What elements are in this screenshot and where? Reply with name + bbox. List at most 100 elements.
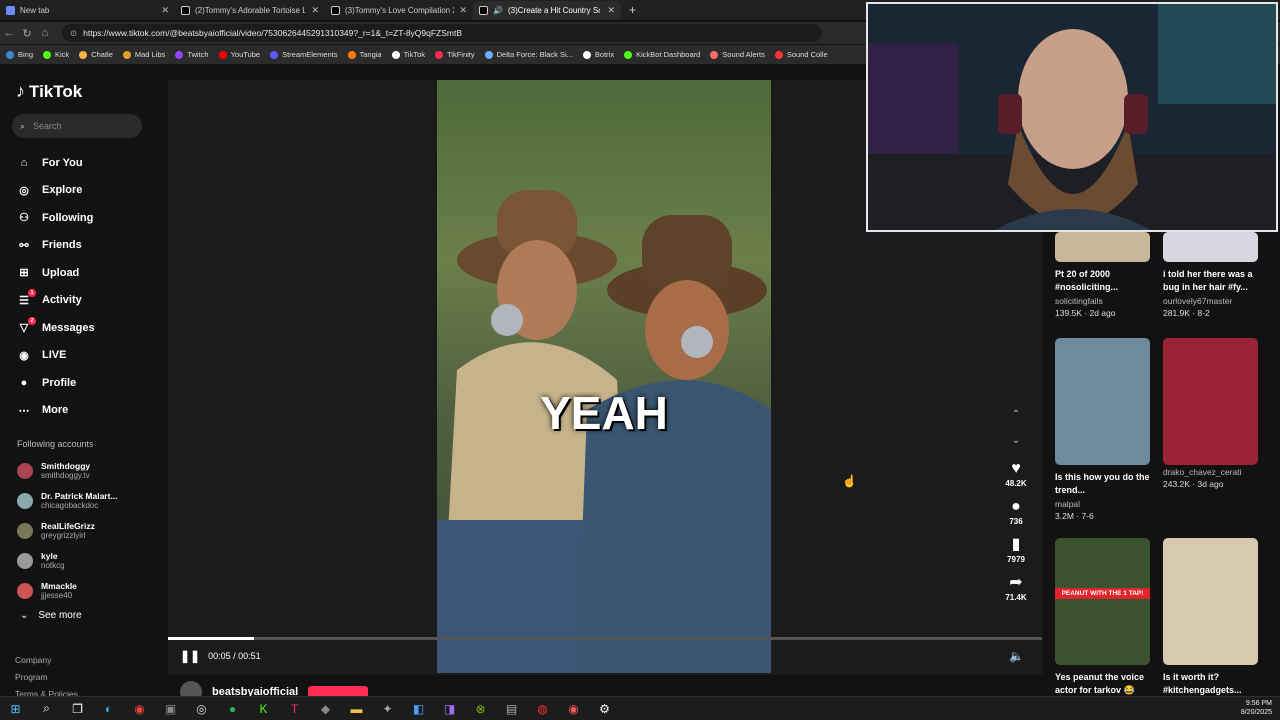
settings-icon[interactable]: ⚙ [589,697,620,720]
nav-item-profile[interactable]: ● Profile [16,369,95,397]
video-thumbnail[interactable]: PEANUT WITH THE 1 TAP! [1055,538,1150,665]
video-username[interactable]: solicitingfails [1055,295,1150,307]
close-tab-icon[interactable]: ✕ [607,5,615,16]
close-tab-icon[interactable]: ✕ [459,5,467,16]
bookmark-item[interactable]: Mad Libs [122,50,165,59]
app-icon[interactable]: ◨ [434,697,465,720]
nav-item-upload[interactable]: ⊞ Upload [16,259,95,287]
task-view-icon[interactable]: ❐ [62,697,93,720]
nav-item-live[interactable]: ◉ LIVE [16,342,95,370]
nav-item-for-you[interactable]: ⌂ For You [16,149,95,177]
close-tab-icon[interactable]: ✕ [311,5,319,16]
pause-icon[interactable]: ❚❚ [180,649,200,663]
kick-icon[interactable]: K [248,697,279,720]
video-thumbnail[interactable] [1055,338,1150,465]
heart-action[interactable]: ♥ 48.2K [1000,460,1032,489]
following-account[interactable]: Dr. Patrick Malart... chicagobackdoc [17,486,118,516]
comment-action[interactable]: ● 736 [1000,498,1032,527]
nav-item-messages[interactable]: ▽ 2 Messages [16,314,95,342]
bookmark-item[interactable]: Bing [6,50,33,59]
close-tab-icon[interactable]: ✕ [161,5,169,16]
nav-item-explore[interactable]: ◎ Explore [16,177,95,205]
video-thumbnail[interactable] [1163,338,1258,465]
bookmark-item[interactable]: StreamElements [270,50,338,59]
share-action[interactable]: ➦ 71.4K [1000,574,1032,603]
app-icon[interactable]: ▤ [496,697,527,720]
url-field[interactable]: ⊙ https://www.tiktok.com/@beatsbyaioffic… [62,24,822,42]
app-icon[interactable]: ◍ [527,697,558,720]
app-icon[interactable]: ◉ [558,697,589,720]
volume-icon[interactable]: 🔈 [1009,649,1024,663]
recommended-video-card[interactable]: PEANUT WITH THE 1 TAP! Yes peanut the voi… [1055,538,1150,697]
bookmark-item[interactable]: Delta Force: Black Si... [484,50,573,59]
home-icon[interactable]: ⌂ [36,27,54,39]
footer-program-link[interactable]: Program [15,669,78,686]
following-account[interactable]: Smithdoggy smithdoggy.tv [17,456,118,486]
video-title[interactable]: Is this how you do the trend... [1055,471,1150,497]
bookmark-item[interactable]: TikFinity [435,50,475,59]
chrome-icon[interactable]: ◉ [124,697,155,720]
recommended-video-card[interactable]: Is this how you do the trend... malpal 3.2… [1055,338,1150,522]
nav-item-more[interactable]: ⋯ More [16,397,95,425]
search-icon[interactable]: ⌕ [31,697,62,720]
bookmark-item[interactable]: YouTube [218,50,260,59]
video-username[interactable]: ourlovely67master [1163,295,1258,307]
video-player[interactable]: YEAH [437,80,771,673]
edge-icon[interactable]: ◐ [93,697,124,720]
browser-tab-country-song[interactable]: 🔊 (3)Create a Hit Country Song ✕ [473,1,621,19]
video-title[interactable]: Pt 20 of 2000 #nosoliciting... [1055,268,1150,294]
bookmark-item[interactable]: Twitch [175,50,209,59]
new-tab-button[interactable]: + [629,3,636,17]
bookmark-item[interactable]: KickBot Dashboard [624,50,700,59]
video-thumbnail[interactable] [1163,538,1258,665]
video-progress-bar[interactable] [168,637,1042,640]
video-title[interactable]: Is it worth it? #kitchengadgets... [1163,671,1258,697]
see-more-button[interactable]: ⌄ See more [20,610,82,621]
system-clock[interactable]: 9:56 PM 8/20/2025 [1241,699,1272,717]
video-thumbnail[interactable] [1163,232,1258,262]
obs-icon[interactable]: ◎ [186,697,217,720]
bookmark-item[interactable]: Tangia [347,50,382,59]
tikfinity-icon[interactable]: T [279,697,310,720]
app-icon[interactable]: ◆ [310,697,341,720]
video-username[interactable]: drako_chavez_cerati [1163,466,1258,478]
browser-tab-tortoise[interactable]: (2)Tommy's Adorable Tortoise Lo ✕ [175,1,325,19]
app-icon[interactable]: ✦ [372,697,403,720]
nav-item-following[interactable]: ⚇ Following [16,204,95,232]
following-account[interactable]: RealLifeGrizz greygrizzlyirl [17,516,118,546]
chevron-up-icon[interactable]: ⌃ [1000,408,1032,422]
search-input[interactable]: ⌕ Search [12,114,142,138]
bookmark-item[interactable]: TikTok [391,50,425,59]
bookmark-item[interactable]: Sound Colle [774,50,828,59]
folder-icon[interactable]: ▬ [341,697,372,720]
bookmark-item[interactable]: Kick [43,50,69,59]
windows-start-icon[interactable]: ⊞ [0,697,31,720]
xbox-icon[interactable]: ⊗ [465,697,496,720]
bookmark-item[interactable]: Chatle [79,50,113,59]
bookmark-item[interactable]: Sound Alerts [710,50,765,59]
bookmark-action[interactable]: ▮ 7979 [1000,536,1032,565]
app-icon[interactable]: ▣ [155,697,186,720]
recommended-video-card[interactable]: i told her there was a bug in her hair #… [1163,232,1258,319]
video-thumbnail[interactable] [1055,232,1150,262]
app-icon[interactable]: ◧ [403,697,434,720]
recommended-video-card[interactable]: Pt 20 of 2000 #nosoliciting... soliciting… [1055,232,1150,319]
video-username[interactable]: malpal [1055,498,1150,510]
nav-item-friends[interactable]: ⚯ Friends [16,232,95,260]
recommended-video-card[interactable]: drako_chavez_cerati 243.2K · 3d ago [1163,338,1258,490]
tiktok-logo[interactable]: ♪ TikTok [16,81,82,102]
video-title[interactable]: i told her there was a bug in her hair #… [1163,268,1258,294]
video-title[interactable]: Yes peanut the voice actor for tarkov 😂 [1055,671,1150,697]
bookmark-item[interactable]: Botrix [582,50,614,59]
following-account[interactable]: Mmackle jjjesse40 [17,576,118,606]
recommended-video-card[interactable]: Is it worth it? #kitchengadgets... [1163,538,1258,697]
site-info-icon[interactable]: ⊙ [70,28,77,39]
reload-icon[interactable]: ↻ [18,27,36,40]
browser-tab-new[interactable]: New tab ✕ [0,1,175,19]
browser-tab-love[interactable]: (3)Tommy's Love Compilation 2: A ✕ [325,1,473,19]
spotify-icon[interactable]: ● [217,697,248,720]
chevron-down-icon[interactable]: ⌄ [1000,434,1032,448]
speaker-icon[interactable]: 🔊 [493,6,503,15]
back-icon[interactable]: ← [0,27,18,39]
following-account[interactable]: kyle notkcg [17,546,118,576]
